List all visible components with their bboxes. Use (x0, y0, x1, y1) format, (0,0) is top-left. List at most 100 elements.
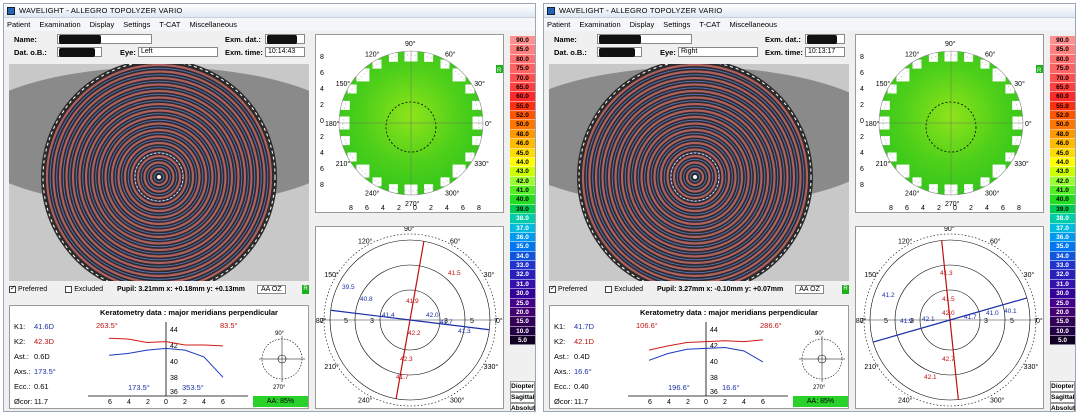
scale-cell: 46.0 (1050, 139, 1075, 149)
meridian-angle-label: 60° (990, 237, 1001, 245)
exam-time-field: 10:14:43 (265, 47, 305, 57)
y-tick: 6 (320, 70, 324, 77)
scale-unit-diopter[interactable]: Diopter (1050, 381, 1075, 392)
pupil-center (693, 175, 697, 179)
angle-label: 150° (876, 80, 891, 88)
orientation-compass: 90° 270° (799, 331, 845, 390)
meridian-angle-label: 150° (864, 271, 879, 279)
scale-cell: 90.0 (1050, 36, 1075, 46)
meridian-map[interactable]: 90°60°30°0°330°300°270°240°210°180°150°1… (852, 225, 1044, 411)
angle-label: 30° (1014, 80, 1025, 88)
menu-miscellaneous[interactable]: Miscellaneous (729, 20, 777, 29)
right-window: WAVELIGHT - ALLEGRO TOPOLYZER VARIO Pati… (543, 3, 1076, 412)
scale-mode-sagittal[interactable]: Sagittal (510, 392, 535, 403)
y-tick-38: 38 (170, 375, 178, 382)
no-data-notch (465, 84, 475, 94)
ocor-value: 11.7 (574, 397, 589, 406)
exam-time-field: 10:13:17 (805, 47, 845, 57)
meridian-value: 41.9 (406, 298, 419, 305)
meridian-value: 42.0 (942, 310, 955, 317)
menu-display[interactable]: Display (90, 20, 115, 29)
redacted-dob (59, 48, 95, 57)
y-tick-36: 36 (170, 389, 178, 396)
scale-cell: 34.0 (510, 251, 535, 261)
menu-examination[interactable]: Examination (39, 20, 80, 29)
scale-type-absolut[interactable]: Absolut (1050, 403, 1075, 411)
preferred-checkbox[interactable] (549, 284, 556, 293)
scale-cell: 35.0 (1050, 242, 1075, 252)
y-tick: 2 (860, 134, 864, 141)
axs-value: 173.5° (34, 367, 56, 376)
scale-mode-sagittal[interactable]: Sagittal (1050, 392, 1075, 403)
scale-cell: 50.0 (1050, 120, 1075, 130)
scale-type-absolut[interactable]: Absolut (510, 403, 535, 411)
meridian-angle-label: 210° (864, 363, 879, 371)
meridian-angle-label: 270° (404, 409, 419, 410)
scale-cell: 45.0 (1050, 148, 1075, 158)
scale-cell: 20.0 (510, 307, 535, 318)
scale-unit-diopter[interactable]: Diopter (510, 381, 535, 392)
title-bar[interactable]: WAVELIGHT - ALLEGRO TOPOLYZER VARIO (4, 4, 535, 18)
scale-cell: 39.0 (1050, 204, 1075, 215)
menu-settings[interactable]: Settings (663, 20, 690, 29)
left-window: WAVELIGHT - ALLEGRO TOPOLYZER VARIO Pati… (3, 3, 536, 412)
meridian-value: 40.8 (360, 296, 373, 303)
menu-patient[interactable]: Patient (547, 20, 570, 29)
menu-examination[interactable]: Examination (579, 20, 620, 29)
k2-label: K2: (554, 337, 566, 346)
x-tick: 0 (413, 205, 417, 212)
excluded-checkbox[interactable] (605, 285, 613, 293)
scale-cell: 41.0 (1050, 186, 1075, 196)
aa-oz-button[interactable]: AA OZ (257, 284, 286, 294)
axs-label: Axs.: (554, 367, 571, 376)
title-bar[interactable]: WAVELIGHT - ALLEGRO TOPOLYZER VARIO (544, 4, 1075, 18)
axial-map-svg: 90°60°30°0°330°300°270°240°210°180°150°1… (860, 40, 1043, 212)
y-tick: 4 (320, 150, 324, 157)
patient-info: Name: Dat. o.B.: Eye: Left Exm. dat.: Ex… (9, 34, 305, 60)
scale-cell: 33.0 (1050, 261, 1075, 271)
y-tick: 6 (860, 70, 864, 77)
scale-cell: 32.0 (510, 270, 535, 280)
menu-miscellaneous[interactable]: Miscellaneous (189, 20, 237, 29)
x-tick: 6 (905, 205, 909, 212)
aa-oz-button[interactable]: AA OZ (795, 284, 824, 294)
ecc-value: 0.61 (34, 382, 49, 391)
k1-value: 41.6D (34, 322, 55, 331)
x-tick-6l: 6 (648, 399, 652, 406)
angle-label: 240° (905, 189, 920, 197)
k1-label: K1: (14, 322, 26, 331)
axial-topography-map[interactable]: 90° 60° 30° 0° 330° 300° 270° 240° 210° 180° 150° 1… (315, 34, 504, 213)
menu-display[interactable]: Display (630, 20, 655, 29)
scale-cell: 38.0 (1050, 214, 1075, 224)
meridian-value: 41.5 (448, 270, 461, 277)
angle-label: 180° (325, 120, 340, 128)
menu-tcat[interactable]: T-CAT (699, 20, 720, 29)
scale-cell: 55.0 (1050, 101, 1075, 111)
angle-label: 240° (365, 189, 380, 197)
no-data-notch (356, 164, 370, 178)
eye-image-panel[interactable] (9, 64, 309, 281)
preferred-checkbox[interactable] (9, 284, 16, 293)
menu-settings[interactable]: Settings (123, 20, 150, 29)
radius-label: 7 (320, 318, 324, 325)
meridian-map[interactable]: 90°60°30°0°330°300°270°240°210°180°150°1… (312, 225, 504, 411)
scale-cell: 42.0 (1050, 176, 1075, 186)
axs-row: Axs.: 16.6° (554, 367, 592, 376)
meridian-angle-label: 120° (358, 237, 373, 245)
axial-topography-map[interactable]: 90° 60° 30° 0° 330° 300° 270° 240° 210° 180° 150° 1… (855, 34, 1044, 213)
radius-label: 3 (984, 318, 988, 325)
scale-cell: 65.0 (510, 82, 535, 93)
meridian-value: 42.1 (924, 374, 937, 381)
angle-left-bottom: 196.6° (668, 383, 690, 392)
scale-cell: 5.0 (510, 336, 535, 346)
scale-cell: 80.0 (510, 54, 535, 65)
ast-row: Ast.: 0.4D (554, 352, 590, 361)
patient-info: Name: Dat. o.B.: Eye: Right Exm. dat.: E… (549, 34, 845, 60)
menu-tcat[interactable]: T-CAT (159, 20, 180, 29)
menu-patient[interactable]: Patient (7, 20, 30, 29)
excluded-label: Excluded (614, 285, 643, 293)
no-data-notch (896, 164, 910, 178)
eye-image-panel[interactable] (549, 64, 849, 281)
angle-label: 300° (445, 189, 460, 197)
excluded-checkbox[interactable] (65, 285, 73, 293)
